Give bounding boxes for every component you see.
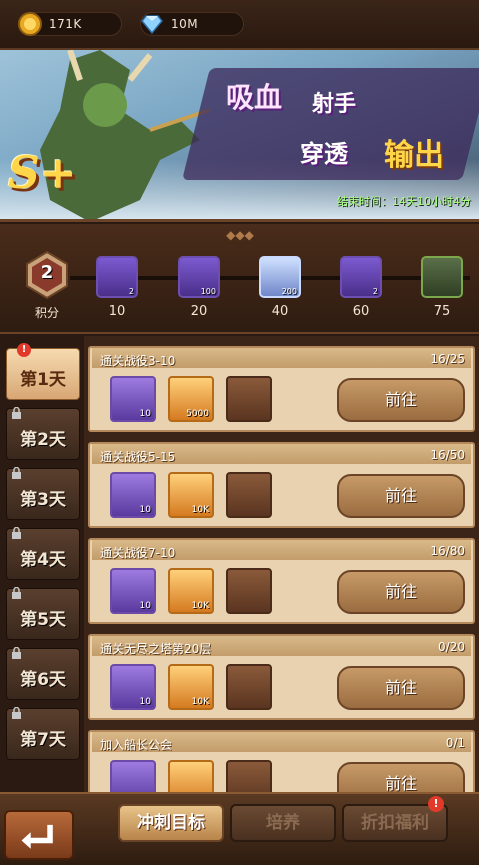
reward-count: 2 [372, 287, 378, 296]
tab-train[interactable]: 培养 [230, 804, 336, 842]
day-label: 第2天 [20, 430, 66, 450]
divider-ornament: ◆◆◆ [226, 228, 254, 242]
green-gem-reward-icon[interactable] [226, 376, 272, 422]
tab-day-3[interactable]: 第3天 [6, 467, 80, 520]
alert-icon: ! [428, 796, 444, 812]
milestone-threshold-3: 40 [271, 304, 289, 319]
reward-count: 2 [128, 287, 134, 296]
task-row: 通关战役5-15 16/50 10 10K 前往 [88, 442, 475, 528]
goto-button[interactable]: 前往 [337, 570, 465, 614]
goto-button[interactable]: 前往 [337, 762, 465, 792]
task-list[interactable]: 通关战役3-10 16/25 10 5000 前往 通关战役5-15 16/50… [84, 336, 479, 792]
tab-sprint-goal[interactable]: 冲刺目标 [118, 804, 224, 842]
event-banner: 吸血 射手 穿透 输出 S+ 结束时间：14天10小时4分 [0, 50, 479, 222]
task-progress: 16/50 [430, 448, 465, 462]
lock-icon [12, 587, 21, 599]
green-gem-reward-icon[interactable] [226, 664, 272, 710]
green-gem-reward-icon[interactable] [226, 568, 272, 614]
gold-coin-reward-icon[interactable]: 10K [168, 568, 214, 614]
back-button[interactable] [4, 810, 74, 860]
tab-day-5[interactable]: 第5天 [6, 587, 80, 640]
milestone-reward-1[interactable]: 2 [96, 256, 138, 298]
crystal-reward-icon[interactable]: 10 [110, 568, 156, 614]
points-label: 积分 [34, 306, 59, 320]
day-label: 第4天 [20, 550, 66, 570]
goto-button[interactable]: 前往 [337, 474, 465, 518]
diamond-icon [141, 15, 163, 35]
gold-coin-icon [18, 12, 42, 36]
task-name: 通关无尽之塔第20层 [100, 642, 212, 656]
lock-icon [12, 707, 21, 719]
back-arrow-icon [21, 824, 53, 849]
crystal-reward-icon[interactable] [110, 760, 156, 792]
hero-grade: S+ [8, 148, 77, 199]
crystal-reward-icon[interactable]: 10 [110, 664, 156, 710]
task-row: 通关战役7-10 16/80 10 10K 前往 [88, 538, 475, 624]
crystal-reward-icon[interactable]: 10 [110, 376, 156, 422]
tab-day-7[interactable]: 第7天 [6, 707, 80, 760]
gold-coin-reward-icon[interactable]: 10K [168, 472, 214, 518]
day-label: 第7天 [20, 730, 66, 750]
green-gem-reward-icon[interactable] [226, 472, 272, 518]
gold-coin-reward-icon[interactable]: 10K [168, 664, 214, 710]
milestone-rewards: ◆◆◆ 2 积分 2 10 100 20 200 40 2 60 75 [0, 224, 479, 334]
alert-icon: ! [17, 343, 31, 357]
gem-counter[interactable]: 10M [140, 12, 244, 36]
day-label: 第6天 [20, 670, 66, 690]
banner-title-vampire: 吸血 [226, 81, 283, 114]
lock-icon [12, 647, 21, 659]
task-row: 加入船长公会 0/1 前往 [88, 730, 475, 792]
tab-day-2[interactable]: 第2天 [6, 407, 80, 460]
green-gem-reward-icon[interactable] [226, 760, 272, 792]
lock-icon [12, 527, 21, 539]
milestone-reward-2[interactable]: 100 [178, 256, 220, 298]
task-row: 通关战役3-10 16/25 10 5000 前往 [88, 346, 475, 432]
day-label: 第1天 [20, 370, 66, 390]
gold-coin-reward-icon[interactable]: 5000 [168, 376, 214, 422]
lock-icon [12, 407, 21, 419]
tab-day-4[interactable]: 第4天 [6, 527, 80, 580]
task-progress: 0/20 [438, 640, 465, 654]
reward-count: 200 [281, 287, 297, 296]
goto-button[interactable]: 前往 [337, 666, 465, 710]
lock-icon [12, 467, 21, 479]
banner-title-archer: 射手 [312, 92, 357, 117]
task-name: 加入船长公会 [100, 738, 173, 752]
reward-count: 100 [200, 287, 216, 296]
day-tabs: ! 第1天 第2天 第3天 第4天 第5天 第6天 第7天 [0, 336, 84, 792]
banner-title-pierce: 穿透 [300, 140, 348, 168]
currency-bar: 171K 10M [0, 0, 479, 50]
gold-coin-reward-icon[interactable] [168, 760, 214, 792]
crystal-reward-icon[interactable]: 10 [110, 472, 156, 518]
milestone-reward-3[interactable]: 200 [259, 256, 301, 298]
bottom-nav: 冲刺目标 培养 折扣福利 ! [0, 792, 479, 865]
banner-title-damage: 输出 [384, 138, 444, 173]
task-progress: 16/80 [430, 544, 465, 558]
milestone-reward-5[interactable] [421, 256, 463, 298]
task-name: 通关战役3-10 [100, 354, 176, 368]
milestone-threshold-1: 10 [108, 304, 126, 319]
task-name: 通关战役5-15 [100, 450, 176, 464]
points-value: 2 [40, 262, 54, 283]
tab-day-6[interactable]: 第6天 [6, 647, 80, 700]
gold-value: 171K [49, 17, 82, 31]
milestone-threshold-5: 75 [433, 304, 451, 319]
day-label: 第3天 [20, 490, 66, 510]
day-label: 第5天 [20, 610, 66, 630]
task-progress: 0/1 [445, 736, 465, 750]
milestone-threshold-4: 60 [352, 304, 370, 319]
milestone-threshold-2: 20 [190, 304, 208, 319]
task-name: 通关战役7-10 [100, 546, 176, 560]
task-row: 通关无尽之塔第20层 0/20 10 10K 前往 [88, 634, 475, 720]
milestone-reward-4[interactable]: 2 [340, 256, 382, 298]
goto-button[interactable]: 前往 [337, 378, 465, 422]
gem-value: 10M [171, 17, 199, 31]
event-end-time: 结束时间：14天10小时4分 [337, 195, 471, 208]
gold-counter[interactable]: 171K [18, 12, 122, 36]
task-progress: 16/25 [430, 352, 465, 366]
tab-day-1[interactable]: ! 第1天 [6, 343, 80, 400]
